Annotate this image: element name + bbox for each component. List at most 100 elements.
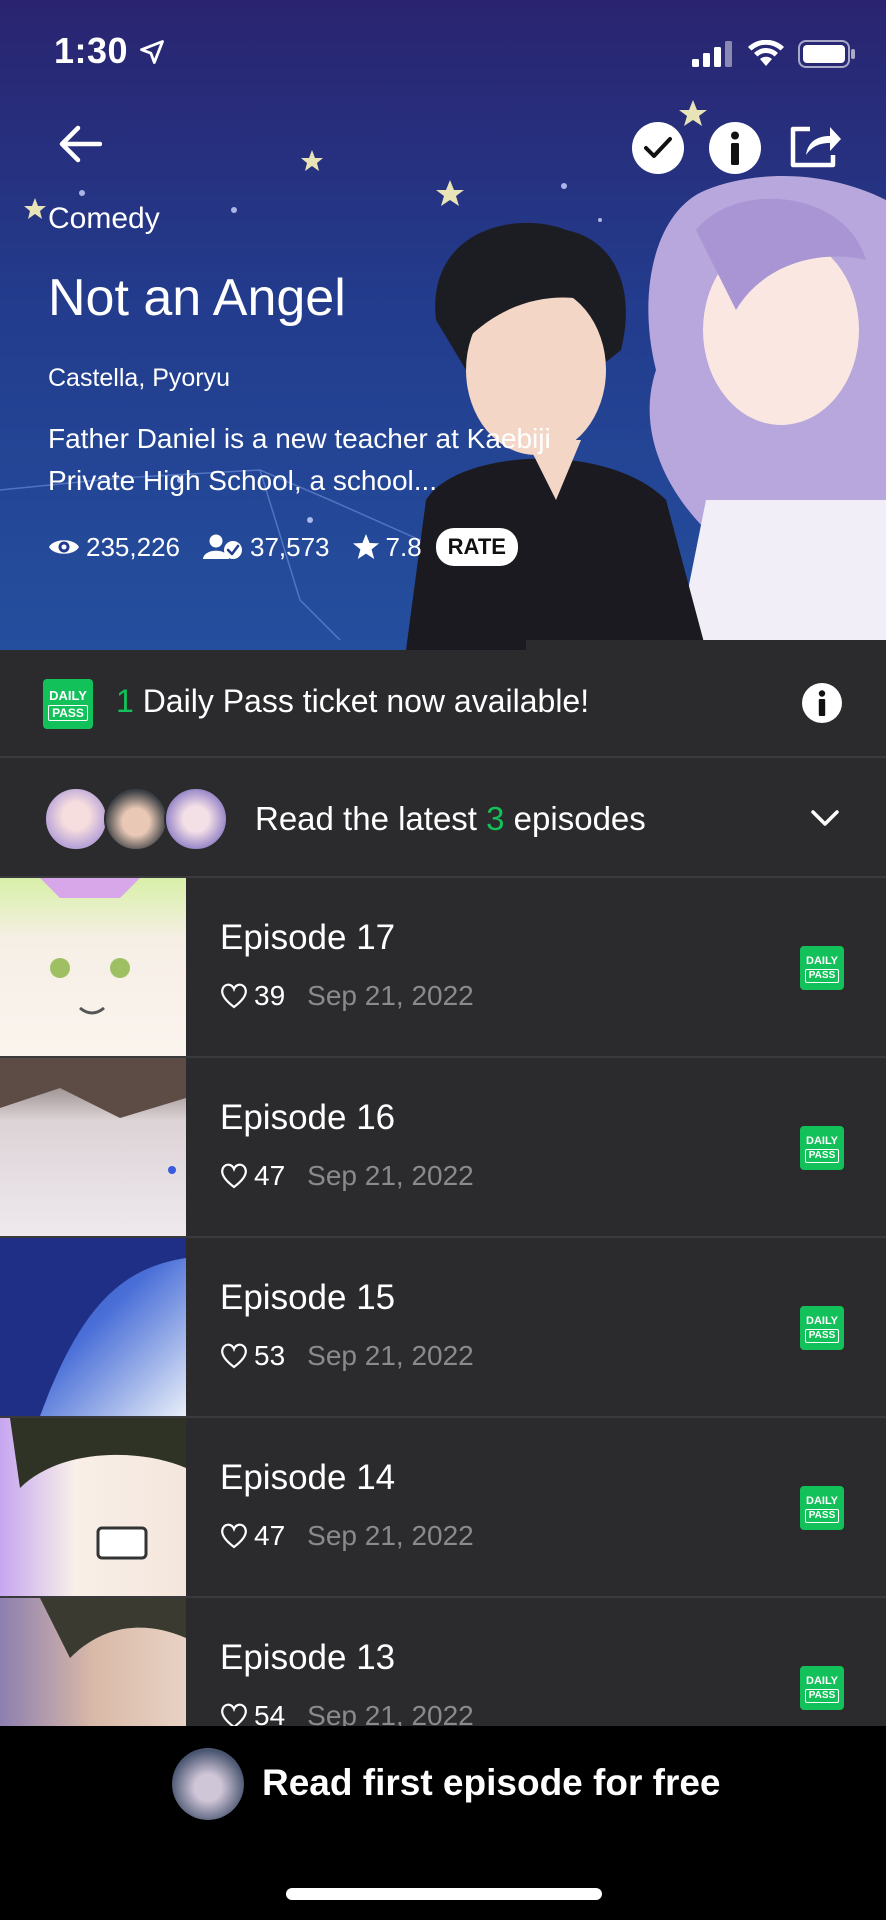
daily-pass-text: Daily Pass ticket now available! [133,683,590,719]
heart-icon [221,1163,247,1189]
latest-episodes-label: Read the latest 3 episodes [255,800,646,838]
episode-meta: 47 Sep 21, 2022 [220,1160,474,1192]
eye-icon [49,540,79,554]
episode-title: Episode 13 [220,1638,396,1677]
daily-pass-badge-top: DAILY [49,687,87,703]
episode-row[interactable]: Episode 15 53 Sep 21, 2022 DAILY PASS [0,1238,886,1418]
home-indicator [286,1888,602,1900]
latest-episodes-toggle[interactable]: Read the latest 3 episodes [0,760,886,878]
read-first-episode-bar: Read first episode for free [0,1726,886,1920]
avatar [44,787,108,851]
subscribers-count: 37,573 [249,531,330,562]
episode-thumbnail [0,878,186,1056]
episode-meta: 39 Sep 21, 2022 [220,980,474,1012]
episode-row[interactable]: Episode 14 47 Sep 21, 2022 DAILY PASS [0,1418,886,1598]
daily-pass-count: 1 [116,683,134,719]
rating-value: 7.8 [385,531,422,562]
episode-likes: 53 [254,1340,286,1371]
episode-meta: 47 Sep 21, 2022 [220,1520,474,1552]
chevron-down-icon [811,810,839,826]
episode-title: Episode 15 [220,1278,396,1317]
episode-meta: 53 Sep 21, 2022 [220,1340,474,1372]
episode-likes: 47 [254,1160,286,1191]
episode-title: Episode 16 [220,1098,396,1137]
series-description[interactable]: Father Daniel is a new teacher at Kaebij… [48,418,608,502]
back-button[interactable] [52,116,108,172]
series-info-button[interactable] [709,122,761,174]
daily-pass-badge-top: DAILY [806,1314,838,1327]
heart-icon [221,1523,247,1549]
episode-meta: 54 Sep 21, 2022 [220,1700,474,1726]
subscribe-button[interactable] [632,122,684,174]
episode-date: Sep 21, 2022 [307,1340,474,1371]
series-authors: Castella, Pyoryu [48,364,231,392]
episode-thumbnail [0,1418,186,1596]
episode-title: Episode 14 [220,1458,396,1497]
heart-icon [221,1343,247,1369]
daily-pass-badge: DAILY PASS [43,679,93,729]
daily-pass-badge: DAILY PASS [800,1666,844,1710]
episode-date: Sep 21, 2022 [307,1520,474,1551]
daily-pass-badge: DAILY PASS [800,1486,844,1530]
daily-pass-badge-top: DAILY [806,1674,838,1687]
daily-pass-badge-top: DAILY [806,954,838,967]
episode-row[interactable]: Episode 17 39 Sep 21, 2022 DAILY PASS [0,878,886,1058]
episode-row[interactable]: Episode 13 54 Sep 21, 2022 DAILY PASS [0,1598,886,1726]
subscribers-icon [202,534,242,559]
daily-pass-badge-top: DAILY [806,1134,838,1147]
series-hero: 1:30 Comedy Not an Angel Castella, Pyory… [0,0,886,650]
daily-pass-badge-bottom: PASS [804,1688,840,1703]
cover-illustration [406,176,886,650]
latest-suffix: episodes [504,800,646,837]
daily-pass-badge-bottom: PASS [804,968,840,983]
episode-title: Episode 17 [220,918,396,957]
series-stats: 235,226 37,573 7.8 RATE [48,528,518,566]
series-title: Not an Angel [48,269,346,327]
daily-pass-message: 1 Daily Pass ticket now available! [116,683,589,720]
daily-pass-badge-bottom: PASS [48,704,88,721]
genre-label: Comedy [48,202,160,235]
share-icon [790,126,841,168]
daily-pass-badge: DAILY PASS [800,946,844,990]
info-icon [818,690,826,716]
star-icon [352,534,379,559]
wifi-icon [748,40,784,66]
daily-pass-badge-top: DAILY [806,1494,838,1507]
share-button[interactable] [785,118,845,174]
episode-thumbnail [0,1598,186,1726]
arrow-left-icon [59,125,102,163]
avatar [104,787,168,851]
views-count: 235,226 [86,531,180,562]
read-first-episode-button[interactable]: Read first episode for free [262,1762,721,1804]
episode-thumbnail [0,1238,186,1416]
status-bar: 1:30 [0,0,886,100]
rate-button[interactable]: RATE [435,528,518,566]
first-episode-avatar [172,1748,244,1820]
latest-prefix: Read the latest [255,800,487,837]
episode-row[interactable]: Episode 16 47 Sep 21, 2022 DAILY PASS [0,1058,886,1238]
views-stat: 235,226 [48,532,180,563]
checkmark-icon [644,137,672,158]
battery-icon [798,40,855,68]
episode-date: Sep 21, 2022 [307,980,474,1011]
episode-date: Sep 21, 2022 [307,1700,474,1726]
daily-pass-banner[interactable]: DAILY PASS 1 Daily Pass ticket now avail… [0,650,886,758]
daily-pass-info-button[interactable] [802,683,842,723]
episode-thumbnail [0,1058,186,1236]
episode-list: Episode 17 39 Sep 21, 2022 DAILY PASS Epi… [0,878,886,1726]
episode-likes: 39 [254,980,286,1011]
heart-icon [221,1703,247,1726]
heart-icon [221,983,247,1009]
status-time: 1:30 [54,30,129,71]
cellular-signal-icon [692,41,732,67]
episode-date: Sep 21, 2022 [307,1160,474,1191]
avatar [164,787,228,851]
daily-pass-badge: DAILY PASS [800,1306,844,1350]
latest-count: 3 [486,800,505,837]
episode-likes: 54 [254,1700,286,1726]
info-icon [731,131,739,165]
episode-likes: 47 [254,1520,286,1551]
daily-pass-badge-bottom: PASS [804,1328,840,1343]
daily-pass-badge-bottom: PASS [804,1508,840,1523]
location-arrow-icon [140,40,164,64]
